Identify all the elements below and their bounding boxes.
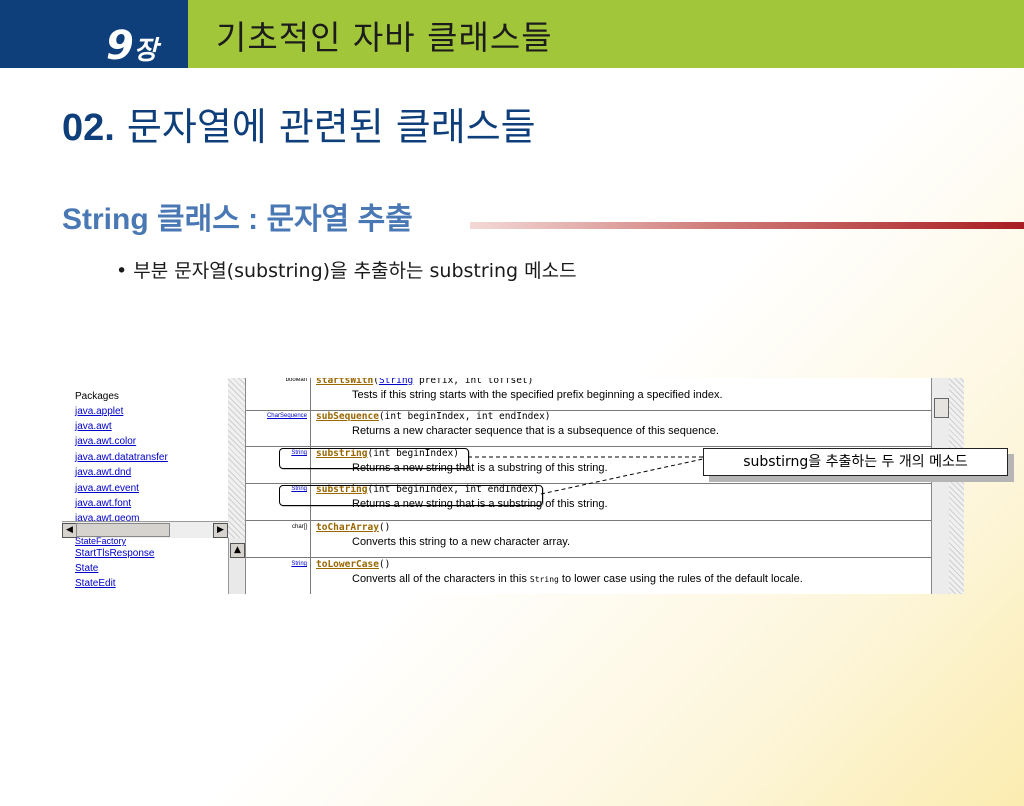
sig-text: () (378, 559, 391, 570)
section-title-text: 문자열에 관련된 클래스들 (126, 105, 536, 149)
section-title: 02. 문자열에 관련된 클래스들 (62, 104, 536, 151)
package-list-frame: Packages java.applet java.awt java.awt.c… (62, 378, 245, 538)
chapter-title: 기초적인 자바 클래스들 (216, 18, 553, 57)
class-list-scrollbar[interactable]: ▲ (228, 538, 245, 594)
package-link[interactable]: java.awt.dnd (75, 467, 131, 478)
method-row: CharSequence subSequence(int beginIndex,… (246, 410, 932, 447)
package-link[interactable]: java.awt.font (75, 498, 131, 509)
package-link[interactable]: java.awt.datatransfer (75, 452, 168, 463)
method-description: Converts all of the characters in this S… (352, 573, 803, 585)
frame-divider (228, 378, 245, 538)
class-link[interactable]: StateEdit (75, 578, 116, 589)
method-signature: toCharArray() (316, 522, 390, 533)
return-type-link[interactable]: CharSequence (267, 413, 307, 419)
subsection-title: String 클래스 : 문자열 추출 (62, 203, 413, 236)
return-type-cell: char[] (246, 521, 311, 557)
method-link[interactable]: toLowerCase (316, 559, 379, 570)
class-link[interactable]: State (75, 563, 98, 574)
chapter-suffix: 장 (133, 36, 158, 66)
method-row: boolean startsWith(String prefix, int to… (246, 378, 932, 411)
chapter-digit: 9 (106, 23, 134, 69)
sig-text: (int beginIndex, int endIndex) (378, 411, 551, 422)
return-type-link[interactable]: String (291, 561, 307, 567)
method-description: Converts this string to a new character … (352, 536, 571, 548)
section-number: 02. (62, 107, 115, 149)
return-type: char[] (291, 524, 307, 530)
scroll-right-button[interactable]: ▶ (213, 523, 228, 538)
desc-text: to lower case using the rules of the def… (558, 573, 803, 585)
desc-code: String (529, 575, 559, 584)
header-chapter-block (0, 0, 188, 68)
method-row: String toLowerCase() Converts all of the… (246, 558, 932, 594)
scroll-up-button[interactable]: ▲ (230, 543, 245, 558)
bullet-text: • 부분 문자열(substring)을 추출하는 substring 메소드 (116, 260, 577, 282)
package-link[interactable]: java.awt (75, 421, 112, 432)
chapter-number: 9장 (106, 26, 158, 71)
method-row: char[] toCharArray() Converts this strin… (246, 521, 932, 558)
highlight-substring-2 (279, 485, 543, 506)
sig-text: prefix, int toffset) (413, 378, 534, 386)
method-description: Returns a new character sequence that is… (352, 425, 719, 437)
class-list-frame: StateFactory StartTlsResponse State Stat… (62, 536, 245, 594)
type-link[interactable]: String (379, 378, 413, 386)
sig-text: () (378, 522, 391, 533)
hscroll-thumb[interactable] (76, 523, 170, 537)
return-type: boolean (285, 378, 307, 383)
callout-box: substirng을 추출하는 두 개의 메소드 (703, 448, 1008, 476)
class-link[interactable]: StateFactory (75, 536, 126, 546)
package-link[interactable]: java.awt.color (75, 436, 136, 447)
desc-text: Converts all of the characters in this (352, 573, 530, 585)
package-link[interactable]: java.applet (75, 406, 123, 417)
window-edge (949, 378, 964, 594)
scroll-thumb[interactable] (934, 398, 949, 418)
method-signature: toLowerCase() (316, 559, 390, 570)
method-link[interactable]: startsWith (316, 378, 373, 386)
method-table-scrollbar[interactable] (931, 378, 950, 594)
method-signature: startsWith(String prefix, int toffset) (316, 378, 533, 386)
method-signature: subSequence(int beginIndex, int endIndex… (316, 411, 551, 422)
highlight-substring-1 (279, 448, 469, 469)
return-type-cell: boolean (246, 378, 311, 410)
javadoc-nav-panel: Packages java.applet java.awt java.awt.c… (62, 378, 245, 594)
method-link[interactable]: toCharArray (316, 522, 379, 533)
packages-heading: Packages (75, 391, 119, 402)
return-type-cell: String (246, 558, 311, 594)
return-type-cell: CharSequence (246, 410, 311, 446)
class-link[interactable]: StartTlsResponse (75, 548, 154, 559)
method-description: Tests if this string starts with the spe… (352, 389, 723, 401)
package-link[interactable]: java.awt.event (75, 483, 139, 494)
subsection-underline (470, 222, 1024, 229)
method-link[interactable]: subSequence (316, 411, 379, 422)
